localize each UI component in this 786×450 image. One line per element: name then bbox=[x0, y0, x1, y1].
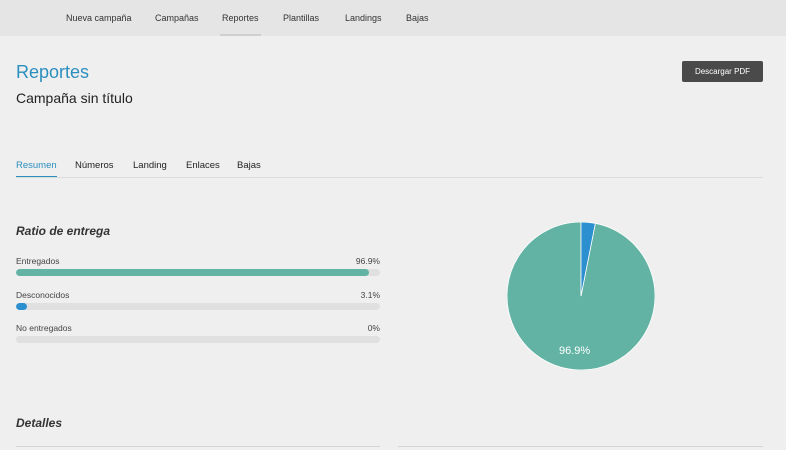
tab-bajas[interactable]: Bajas bbox=[237, 160, 261, 171]
progress-track bbox=[16, 303, 380, 310]
pie-data-label: 96.9% bbox=[559, 345, 591, 357]
metric-label: Entregados bbox=[16, 256, 60, 266]
tab-numeros[interactable]: Números bbox=[75, 160, 114, 171]
progress-track bbox=[16, 336, 380, 343]
tab-enlaces[interactable]: Enlaces bbox=[186, 160, 220, 171]
metric-percent: 3.1% bbox=[360, 290, 380, 300]
metric-percent: 96.9% bbox=[355, 256, 380, 266]
delivery-ratio-heading: Ratio de entrega bbox=[16, 224, 111, 238]
progress-track bbox=[16, 269, 380, 276]
download-pdf-button[interactable]: Descargar PDF bbox=[682, 61, 763, 82]
nav-campanas[interactable]: Campañas bbox=[155, 0, 199, 36]
nav-nueva-campana[interactable]: Nueva campaña bbox=[66, 0, 132, 36]
report-tabs: Resumen Números Landing Enlaces Bajas bbox=[16, 160, 763, 178]
metric-label: Desconocidos bbox=[16, 290, 70, 300]
top-navigation: Nueva campaña Campañas Reportes Plantill… bbox=[0, 0, 786, 36]
details-divider-left bbox=[16, 446, 380, 447]
campaign-name: Campaña sin título bbox=[16, 90, 133, 106]
details-heading: Detalles bbox=[16, 416, 63, 430]
nav-landings[interactable]: Landings bbox=[345, 0, 382, 36]
progress-fill bbox=[16, 269, 369, 276]
nav-bajas[interactable]: Bajas bbox=[406, 0, 429, 36]
metric-label: No entregados bbox=[16, 323, 72, 333]
metric-percent: 0% bbox=[367, 323, 380, 333]
nav-plantillas[interactable]: Plantillas bbox=[283, 0, 319, 36]
tab-resumen[interactable]: Resumen bbox=[16, 160, 57, 177]
nav-reportes[interactable]: Reportes bbox=[220, 0, 261, 36]
page-title: Reportes bbox=[16, 62, 90, 82]
progress-fill bbox=[16, 303, 28, 310]
details-divider-right bbox=[398, 446, 763, 447]
tab-landing[interactable]: Landing bbox=[133, 160, 167, 171]
